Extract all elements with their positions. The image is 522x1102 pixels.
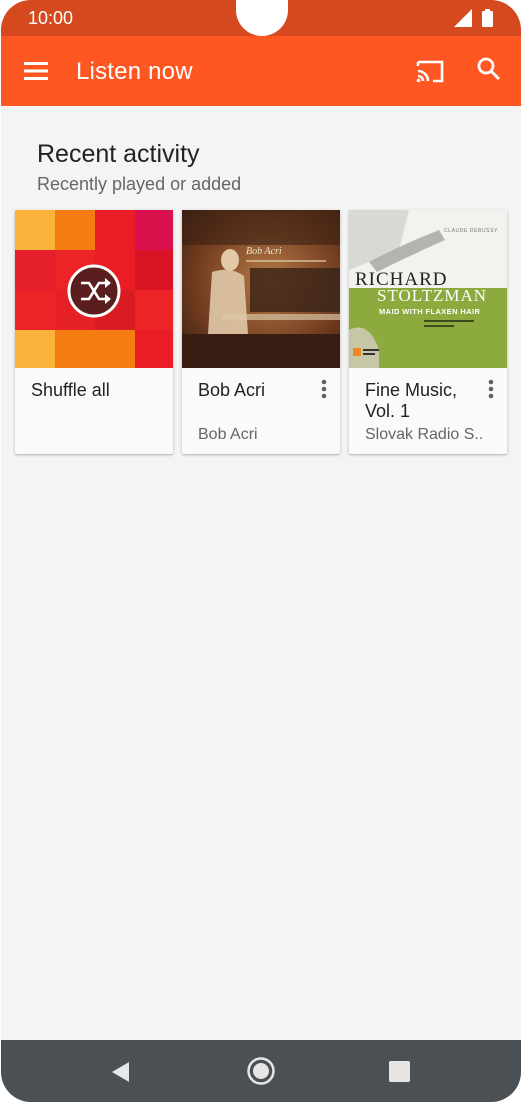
status-bar: 10:00 [1,0,521,36]
shuffle-all-card[interactable]: Shuffle all [15,210,173,454]
system-nav-bar [1,1040,521,1102]
album-art-title: Bob Acri [246,246,282,257]
page-title: Listen now [76,58,193,85]
album-card-fine-music[interactable]: CLAUDE DEBUSSY RICHARD STOLTZMAN MAID WI… [349,210,507,454]
section-subtitle: Recently played or added [37,174,242,194]
card-title: Bob Acri [198,380,266,400]
menu-icon[interactable] [22,59,50,83]
more-options-icon[interactable] [485,378,497,400]
shuffle-icon [67,264,121,318]
status-icons [454,9,493,27]
shuffle-artwork [15,210,173,368]
search-icon[interactable] [476,56,502,82]
back-icon[interactable] [109,1060,133,1084]
card-title: Shuffle all [31,380,110,400]
recents-icon[interactable] [389,1061,410,1082]
album-cover-richard-stoltzman: CLAUDE DEBUSSY RICHARD STOLTZMAN MAID WI… [349,210,507,368]
section-title: Recent activity [37,140,200,168]
more-options-icon[interactable] [318,378,330,400]
home-icon[interactable] [246,1056,276,1086]
card-title: Fine Music, Vol. 1 [365,380,458,421]
album-cover-bob-acri: Bob Acri [182,210,340,368]
album-card-bob-acri[interactable]: Bob Acri Bob Acri Bob Acri [182,210,340,454]
battery-icon [482,9,493,27]
camera-notch [236,0,288,36]
status-time: 10:00 [28,8,74,28]
card-subtitle: Slovak Radio S.. [365,426,484,443]
album-art-album: MAID WITH FLAXEN HAIR [379,307,480,316]
cast-icon[interactable] [415,57,445,85]
card-subtitle: Bob Acri [198,426,258,443]
app-bar: Listen now [1,36,521,106]
phone-screen: 10:00 Listen now Recent activity Recentl… [1,0,521,1102]
signal-icon [454,9,472,27]
album-art-line2: STOLTZMAN [377,286,487,305]
album-art-composer: CLAUDE DEBUSSY [444,228,498,234]
